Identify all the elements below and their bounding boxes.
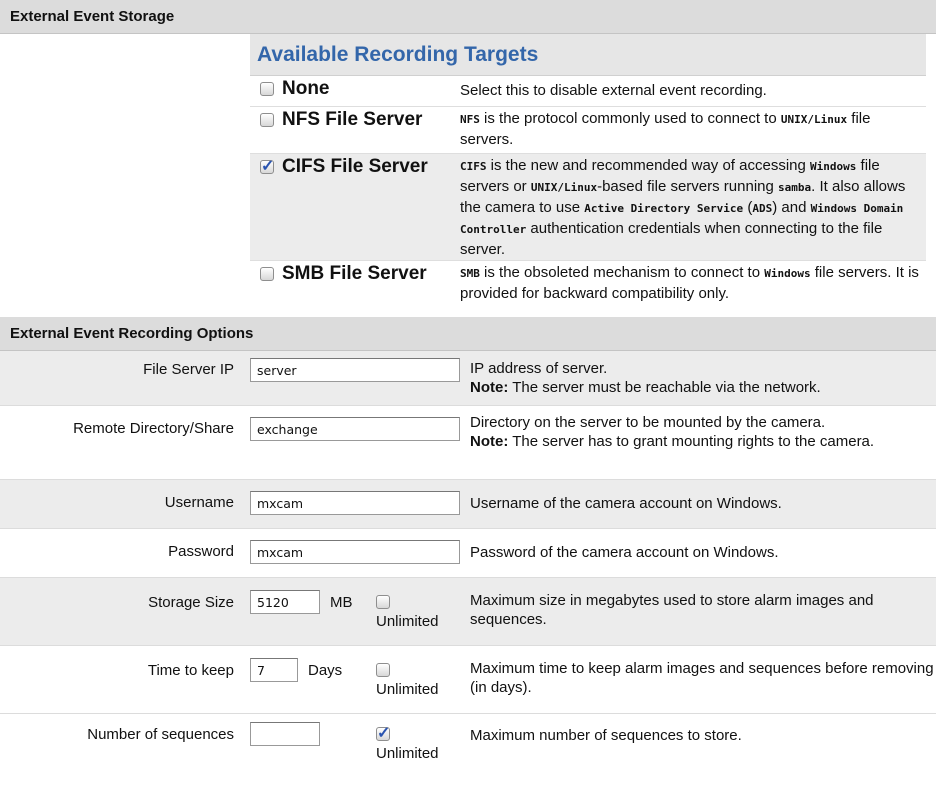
target-name: NFS File Server (282, 109, 423, 130)
option-row-remote-directory: Remote Directory/Share exchange Director… (0, 406, 936, 480)
option-row-number-of-sequences: Number of sequences Unlimited Maximum nu… (0, 714, 936, 774)
unlimited-label: Unlimited (376, 613, 439, 630)
option-description: Maximum time to keep alarm images and se… (470, 660, 934, 696)
external-event-storage-header: External Event Storage (0, 0, 936, 34)
targets-header: Available Recording Targets (250, 34, 926, 76)
mono-term: UNIX/Linux (780, 113, 848, 126)
number-of-sequences-input[interactable] (250, 722, 320, 746)
option-label: Time to keep (147, 662, 234, 679)
target-description: SMB is the obsoleted mechanism to connec… (460, 261, 926, 308)
mono-term: SMB (460, 267, 480, 280)
mono-term: Active Directory Service (584, 202, 744, 215)
option-description: Username of the camera account on Window… (470, 495, 782, 512)
username-input[interactable]: mxcam (250, 491, 460, 515)
target-name: SMB File Server (282, 263, 427, 284)
target-cifs-checkbox[interactable] (260, 156, 274, 176)
option-row-password: Password mxcam Password of the camera ac… (0, 529, 936, 578)
target-description: CIFS is the new and recommended way of a… (460, 154, 926, 264)
target-row-smb: SMB File Server SMB is the obsoleted mec… (250, 261, 926, 307)
target-row-none: None Select this to disable external eve… (250, 76, 926, 107)
target-smb-checkbox[interactable] (260, 267, 274, 281)
option-label: Remote Directory/Share (73, 420, 234, 437)
mono-term: UNIX/Linux (530, 181, 598, 194)
option-row-storage-size: Storage Size 5120 MB Unlimited Maximum s… (0, 578, 936, 646)
option-row-username: Username mxcam Username of the camera ac… (0, 480, 936, 529)
mono-term: CIFS (460, 160, 487, 173)
target-none-checkbox[interactable] (260, 82, 274, 96)
desc-text: ( (743, 199, 753, 216)
target-description: NFS is the protocol commonly used to con… (460, 107, 926, 154)
option-description: IP address of server. (470, 360, 608, 377)
sequences-unlimited-checkbox[interactable] (376, 723, 390, 743)
target-row-nfs: NFS File Server NFS is the protocol comm… (250, 107, 926, 154)
option-description: Directory on the server to be mounted by… (470, 414, 826, 431)
password-input[interactable]: mxcam (250, 540, 460, 564)
note-text: The server has to grant mounting rights … (508, 433, 875, 450)
option-description: Maximum number of sequences to store. (470, 727, 742, 744)
desc-text: Select this to disable external event re… (460, 82, 767, 99)
desc-text: is the protocol commonly used to connect… (479, 110, 781, 127)
time-unlimited-checkbox[interactable] (376, 663, 390, 677)
target-description: Select this to disable external event re… (460, 76, 926, 105)
recording-targets-panel: Available Recording Targets None Select … (250, 34, 926, 307)
target-name: None (282, 78, 330, 99)
target-nfs-checkbox[interactable] (260, 113, 274, 127)
storage-size-unit: MB (330, 593, 353, 611)
mono-term: samba (778, 181, 812, 194)
option-label: Storage Size (148, 594, 234, 611)
note-text: The server must be reachable via the net… (508, 379, 821, 396)
mono-term: ADS (752, 202, 773, 215)
time-to-keep-input[interactable]: 7 (250, 658, 298, 682)
option-description: Password of the camera account on Window… (470, 544, 779, 561)
file-server-ip-input[interactable]: server (250, 358, 460, 382)
mono-term: Windows (764, 267, 811, 280)
storage-size-input[interactable]: 5120 (250, 590, 320, 614)
time-to-keep-unit: Days (308, 661, 343, 679)
option-row-time-to-keep: Time to keep 7 Days Unlimited Maximum ti… (0, 646, 936, 714)
option-row-file-server-ip: File Server IP server IP address of serv… (0, 351, 936, 406)
storage-unlimited-checkbox[interactable] (376, 595, 390, 609)
target-name: CIFS File Server (282, 156, 428, 177)
desc-text: is the new and recommended way of access… (486, 157, 811, 174)
option-label: Username (164, 494, 234, 511)
option-label: Password (168, 543, 234, 560)
option-description: Maximum size in megabytes used to store … (470, 592, 874, 628)
section-title: External Event Storage (10, 8, 175, 25)
mono-term: NFS (460, 113, 480, 126)
unlimited-label: Unlimited (376, 681, 439, 698)
section-title: External Event Recording Options (10, 325, 254, 342)
target-row-cifs: CIFS File Server CIFS is the new and rec… (250, 154, 926, 261)
desc-text: -based file servers running (597, 178, 779, 195)
recording-options-header: External Event Recording Options (0, 317, 936, 351)
option-label: File Server IP (143, 361, 234, 378)
unlimited-label: Unlimited (376, 745, 439, 762)
remote-directory-input[interactable]: exchange (250, 417, 460, 441)
option-label: Number of sequences (87, 726, 234, 743)
desc-text: is the obsoleted mechanism to connect to (479, 264, 765, 281)
mono-term: Windows (810, 160, 857, 173)
note-label: Note: (470, 433, 509, 450)
note-label: Note: (470, 379, 509, 396)
desc-text: ) and (772, 199, 811, 216)
